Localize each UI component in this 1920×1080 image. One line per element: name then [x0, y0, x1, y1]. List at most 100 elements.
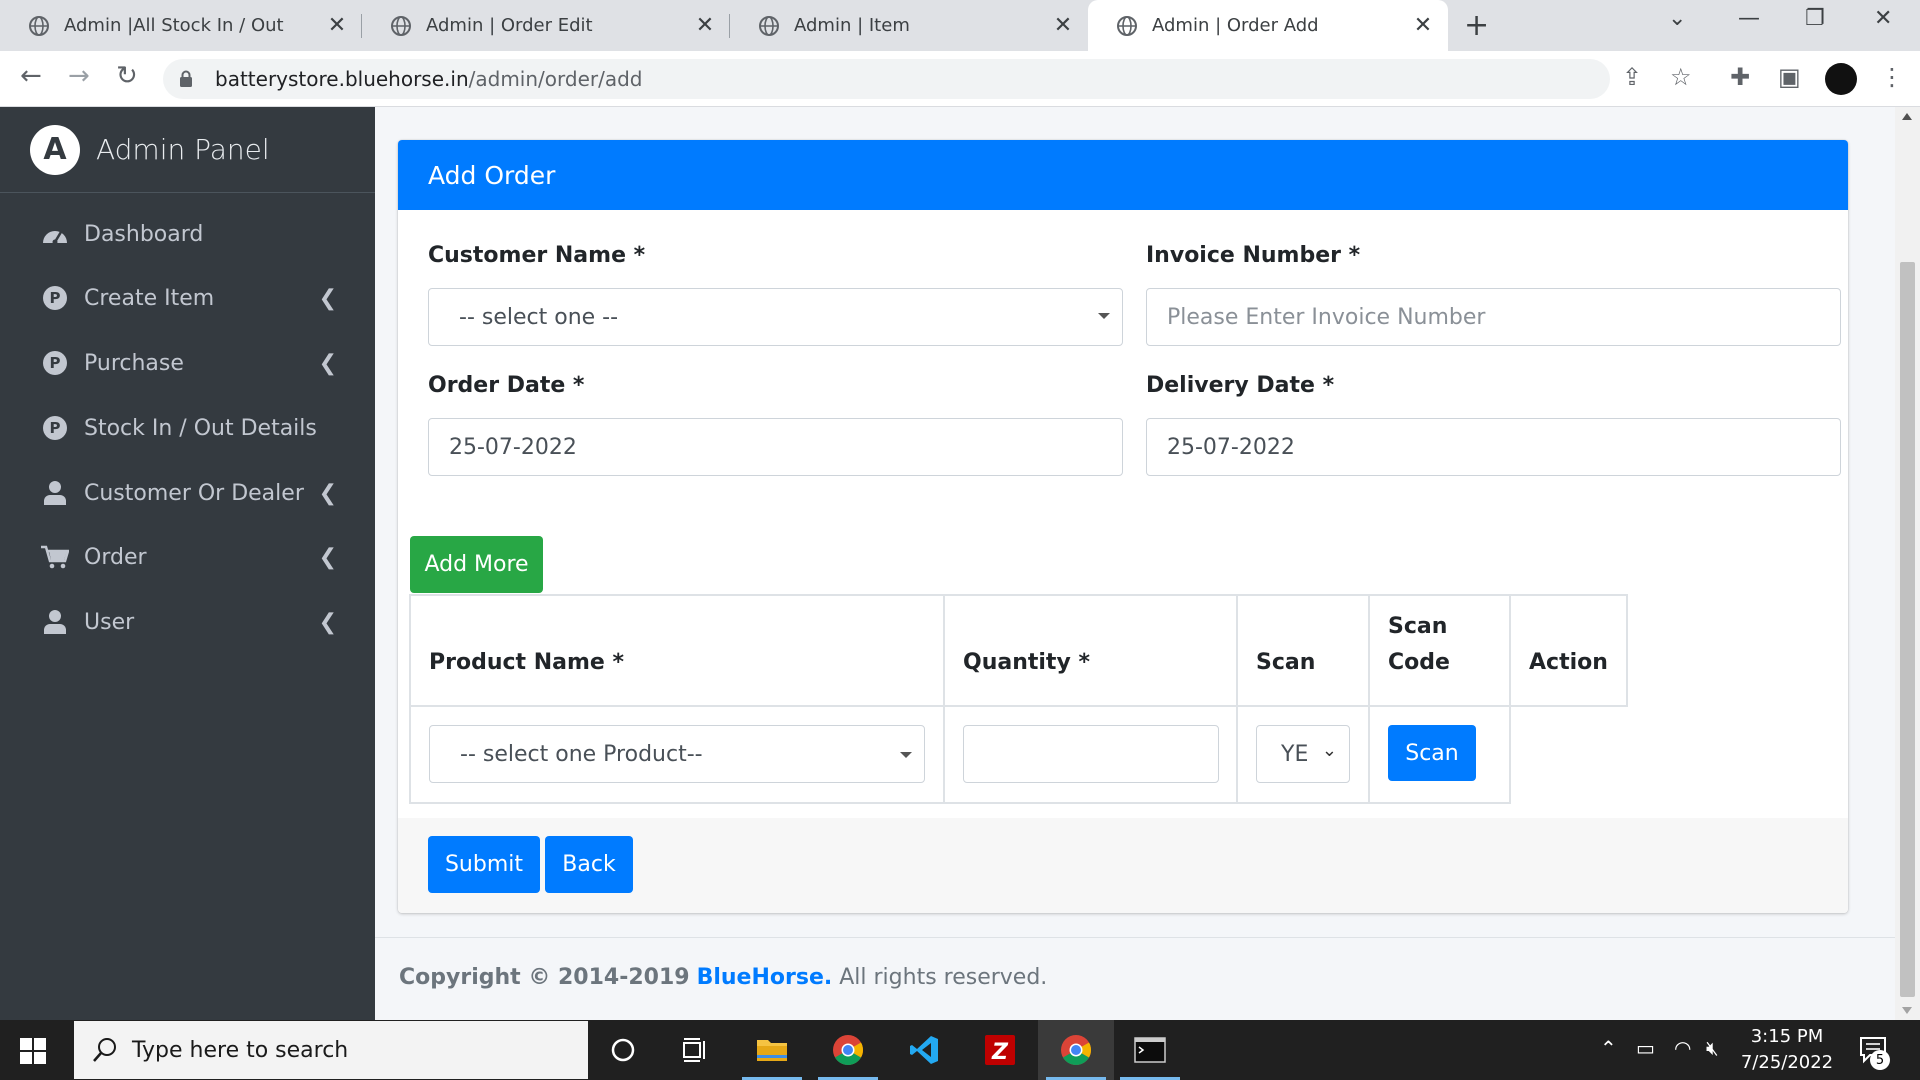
close-icon[interactable]: ✕: [1052, 13, 1074, 38]
battery-icon[interactable]: ▭: [1636, 1036, 1655, 1060]
scan-select[interactable]: YE ⌄: [1256, 725, 1350, 783]
sidebar: A Admin Panel Dashboard P Create Item ❮ …: [0, 107, 375, 1020]
browser-tab[interactable]: Admin | Item ✕: [730, 0, 1088, 51]
minimize-icon[interactable]: —: [1738, 6, 1760, 31]
sidebar-item-dashboard[interactable]: Dashboard: [0, 204, 375, 264]
taskbar-search-placeholder: Type here to search: [132, 1037, 349, 1063]
brand-text: Admin Panel: [96, 133, 270, 166]
back-arrow-icon[interactable]: ←: [20, 61, 42, 91]
terminal-icon[interactable]: [1112, 1020, 1188, 1080]
sidebar-item-order[interactable]: Order ❮: [0, 527, 375, 587]
sidebar-item-create-item[interactable]: P Create Item ❮: [0, 268, 375, 328]
user-icon: [40, 481, 70, 505]
table-header-scan-code: Scan Code: [1368, 594, 1511, 707]
close-icon[interactable]: ✕: [326, 13, 348, 38]
add-more-button[interactable]: Add More: [410, 536, 543, 593]
brand-link[interactable]: A Admin Panel: [0, 107, 375, 193]
order-date-input[interactable]: 25-07-2022: [428, 418, 1123, 476]
chrome-active-icon[interactable]: [1038, 1020, 1114, 1080]
vscode-icon[interactable]: [886, 1020, 962, 1080]
share-icon[interactable]: ⇪: [1622, 63, 1642, 91]
tab-title: Admin | Order Add: [1152, 15, 1319, 36]
brand-logo: A: [30, 124, 80, 175]
quantity-input[interactable]: [963, 725, 1219, 783]
svg-text:Z: Z: [991, 1040, 1009, 1065]
wifi-icon[interactable]: ◠: [1674, 1036, 1691, 1060]
sidebar-item-customer-dealer[interactable]: Customer Or Dealer ❮: [0, 463, 375, 523]
windows-taskbar: Type here to search Z ⌃ ▭ ◠ 🔇︎ 3:15 PM 7…: [0, 1020, 1920, 1080]
page-scrollbar[interactable]: [1895, 107, 1920, 1020]
action-cell: [1510, 706, 1627, 803]
quantity-cell: [943, 705, 1238, 804]
taskbar-search[interactable]: Type here to search: [74, 1021, 588, 1079]
lock-icon: [180, 70, 192, 87]
restore-icon[interactable]: ❐: [1805, 6, 1825, 31]
customer-name-value: -- select one --: [459, 304, 619, 330]
windows-start-icon[interactable]: [20, 1038, 46, 1064]
sidebar-item-stock-details[interactable]: P Stock In / Out Details: [0, 398, 375, 458]
chevron-left-icon: ❮: [318, 350, 337, 376]
p-circle-icon: P: [40, 286, 70, 310]
submit-button[interactable]: Submit: [428, 836, 540, 893]
footer-divider: [375, 937, 1895, 938]
notification-count: 5: [1870, 1050, 1890, 1070]
invoice-number-label: Invoice Number *: [1146, 243, 1361, 268]
browser-tab-strip: Admin |All Stock In / Out ✕ Admin | Orde…: [0, 0, 1920, 51]
forward-arrow-icon[interactable]: →: [68, 61, 90, 91]
task-view-icon[interactable]: [658, 1020, 734, 1080]
close-window-icon[interactable]: ✕: [1874, 6, 1892, 31]
footer-brand-link[interactable]: BlueHorse.: [697, 965, 833, 990]
url-field[interactable]: batterystore.bluehorse.in/admin/order/ad…: [163, 59, 1610, 99]
filezilla-icon[interactable]: Z: [962, 1020, 1038, 1080]
chevron-up-icon[interactable]: ⌃: [1600, 1036, 1617, 1060]
url-host: batterystore.bluehorse.in: [215, 67, 469, 91]
url-path: /admin/order/add: [468, 67, 643, 91]
invoice-number-input[interactable]: Please Enter Invoice Number: [1146, 288, 1841, 346]
globe-icon: [29, 15, 49, 36]
taskbar-clock[interactable]: 3:15 PM 7/25/2022: [1732, 1024, 1842, 1076]
scan-cell: YE ⌄: [1236, 705, 1370, 804]
scan-button[interactable]: Scan: [1388, 725, 1476, 781]
cortana-icon[interactable]: [585, 1020, 661, 1080]
clock-time: 3:15 PM: [1750, 1026, 1824, 1047]
side-panel-icon[interactable]: ▣: [1778, 63, 1801, 91]
customer-name-label: Customer Name *: [428, 243, 646, 268]
reload-icon[interactable]: ↻: [116, 61, 138, 91]
product-select[interactable]: -- select one Product--: [429, 725, 925, 783]
menu-dots-icon[interactable]: ⋮: [1880, 63, 1904, 91]
address-bar: ← → ↻ batterystore.bluehorse.in/admin/or…: [0, 51, 1920, 107]
profile-avatar[interactable]: [1825, 63, 1857, 95]
chrome-icon[interactable]: [810, 1020, 886, 1080]
globe-icon: [759, 15, 779, 36]
table-row: -- select one Product-- YE ⌄ Scan: [409, 705, 1627, 804]
order-form-card: Add Order Customer Name * -- select one …: [398, 140, 1848, 913]
star-icon[interactable]: ☆: [1670, 63, 1692, 91]
sidebar-item-purchase[interactable]: P Purchase ❮: [0, 333, 375, 393]
tab-search-icon[interactable]: ⌄: [1668, 6, 1686, 31]
delivery-date-input[interactable]: 25-07-2022: [1146, 418, 1841, 476]
new-tab-button[interactable]: +: [1464, 8, 1489, 43]
customer-name-select[interactable]: -- select one --: [428, 288, 1123, 346]
product-table: Product Name * Quantity * Scan Scan Code…: [409, 594, 1628, 804]
chevron-down-icon: ⌄: [1321, 740, 1337, 761]
scroll-down-icon[interactable]: [1902, 1007, 1912, 1014]
table-header-scan: Scan: [1236, 594, 1370, 707]
invoice-number-placeholder: Please Enter Invoice Number: [1167, 304, 1486, 330]
scroll-up-icon[interactable]: [1902, 113, 1912, 120]
sidebar-item-label: Create Item: [84, 285, 215, 311]
browser-tab[interactable]: Admin |All Stock In / Out ✕: [0, 0, 362, 51]
file-explorer-icon[interactable]: [734, 1020, 810, 1080]
close-icon[interactable]: ✕: [1412, 13, 1434, 38]
chevron-down-icon: [900, 752, 912, 758]
close-icon[interactable]: ✕: [694, 13, 716, 38]
browser-tab-active[interactable]: Admin | Order Add ✕: [1088, 0, 1448, 51]
extensions-icon[interactable]: ✚: [1730, 63, 1750, 91]
scroll-thumb[interactable]: [1900, 262, 1915, 997]
sidebar-item-user[interactable]: User ❮: [0, 592, 375, 652]
volume-muted-icon[interactable]: 🔇︎: [1706, 1036, 1719, 1060]
browser-tab[interactable]: Admin | Order Edit ✕: [362, 0, 730, 51]
back-button[interactable]: Back: [545, 836, 633, 893]
sidebar-item-label: Stock In / Out Details: [84, 415, 317, 441]
table-header-action: Action: [1509, 594, 1628, 707]
product-cell: -- select one Product--: [409, 705, 945, 804]
